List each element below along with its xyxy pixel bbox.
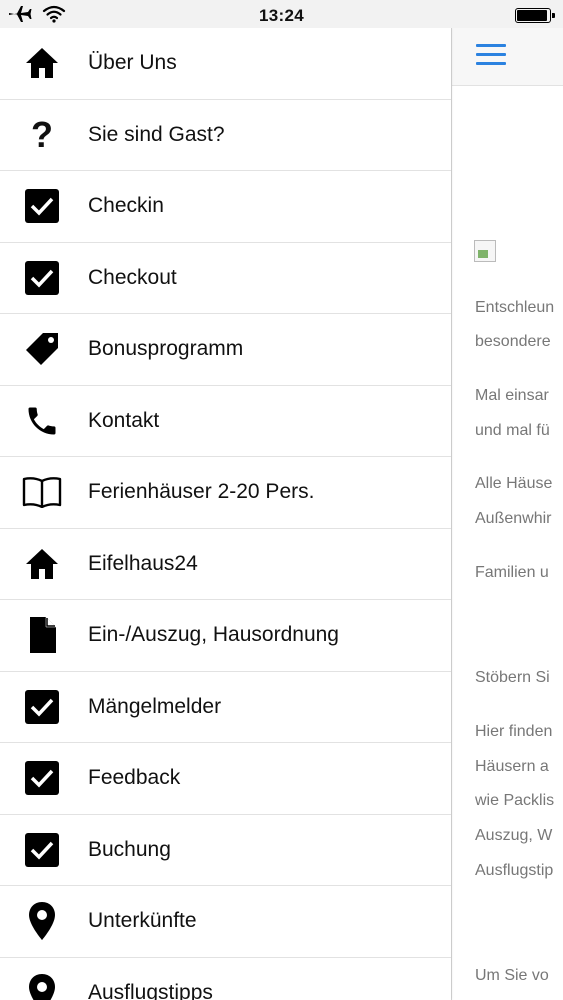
menu-item-label: Mängelmelder <box>88 694 222 718</box>
menu-item-buchung[interactable]: Buchung <box>0 815 451 886</box>
book-icon <box>22 472 62 512</box>
menu-item-label: Sie sind Gast? <box>88 122 225 146</box>
page-header <box>452 28 563 86</box>
menu-item-label: Checkout <box>88 265 177 289</box>
page-text-line: Ausflugstip <box>475 862 554 879</box>
page-text-line: Alle Häuse <box>475 475 553 492</box>
page-text-line: Außenwhir <box>475 510 552 527</box>
broken-image-icon <box>474 240 496 262</box>
menu-item-kontakt[interactable]: Kontakt <box>0 386 451 457</box>
page-text-line: Stöbern Si <box>475 669 550 686</box>
page-text-line: Auszug, W <box>475 827 553 844</box>
tag-icon <box>22 329 62 369</box>
battery-icon <box>515 8 555 23</box>
page-text-line: Familien u <box>475 564 549 581</box>
menu-item-label: Ferienhäuser 2-20 Pers. <box>88 480 315 504</box>
page-text-line: und mal fü <box>475 422 550 439</box>
menu-item-label: Feedback <box>88 766 181 790</box>
menu-item-label: Über Uns <box>88 51 177 75</box>
page-text-line: Um Sie vo <box>475 967 549 984</box>
page-text-line: Entschleun <box>475 299 555 316</box>
menu-item-ausflugstipps[interactable]: Ausflugstipps <box>0 958 451 1000</box>
page-text-line: wie Packlis <box>475 792 555 809</box>
menu-item-label: Ein-/Auszug, Hausordnung <box>88 623 339 647</box>
menu-item-checkin[interactable]: Checkin <box>0 171 451 243</box>
menu-item-hausordnung[interactable]: Ein-/Auszug, Hausordnung <box>0 600 451 672</box>
checkbox-icon <box>22 830 62 870</box>
checkbox-icon <box>22 258 62 298</box>
map-pin-icon <box>22 901 62 941</box>
menu-item-label: Checkin <box>88 194 164 218</box>
menu-item-label: Eifelhaus24 <box>88 551 198 575</box>
main-page: Entschleun besondere Mal einsar und mal … <box>451 28 563 1000</box>
menu-item-bonusprogramm[interactable]: Bonusprogramm <box>0 314 451 386</box>
menu-item-checkout[interactable]: Checkout <box>0 243 451 314</box>
page-text-line: Häusern a <box>475 758 549 775</box>
home-icon <box>22 43 62 83</box>
menu-item-ueber-uns[interactable]: Über Uns <box>0 28 451 100</box>
map-pin-icon <box>22 973 62 1000</box>
menu-item-label: Ausflugstipps <box>88 980 213 1000</box>
checkbox-icon <box>22 687 62 727</box>
menu-item-unterkuenfte[interactable]: Unterkünfte <box>0 886 451 958</box>
menu-item-feedback[interactable]: Feedback <box>0 743 451 815</box>
status-time: 13:24 <box>259 6 304 25</box>
menu-item-label: Buchung <box>88 837 171 861</box>
phone-icon <box>22 401 62 441</box>
status-bar: 13:24 <box>0 0 563 28</box>
menu-item-label: Bonusprogramm <box>88 337 244 361</box>
side-menu: Über Uns ? Sie sind Gast? Checkin Checko… <box>0 28 451 1000</box>
menu-item-ferienhaeuser[interactable]: Ferienhäuser 2-20 Pers. <box>0 457 451 529</box>
page-text-line: Hier finden <box>475 723 553 740</box>
page-text-line: Mal einsar <box>475 387 549 404</box>
checkbox-icon <box>22 758 62 798</box>
menu-item-maengelmelder[interactable]: Mängelmelder <box>0 672 451 743</box>
menu-item-sie-sind-gast[interactable]: ? Sie sind Gast? <box>0 100 451 171</box>
menu-item-eifelhaus24[interactable]: Eifelhaus24 <box>0 529 451 600</box>
menu-item-label: Unterkünfte <box>88 909 197 933</box>
checkbox-icon <box>22 186 62 226</box>
question-icon: ? <box>31 113 53 155</box>
home-icon <box>22 544 62 584</box>
page-text-line: besondere <box>475 333 551 350</box>
menu-item-label: Kontakt <box>88 408 160 432</box>
menu-toggle-icon[interactable] <box>476 44 506 66</box>
document-icon <box>22 615 62 655</box>
